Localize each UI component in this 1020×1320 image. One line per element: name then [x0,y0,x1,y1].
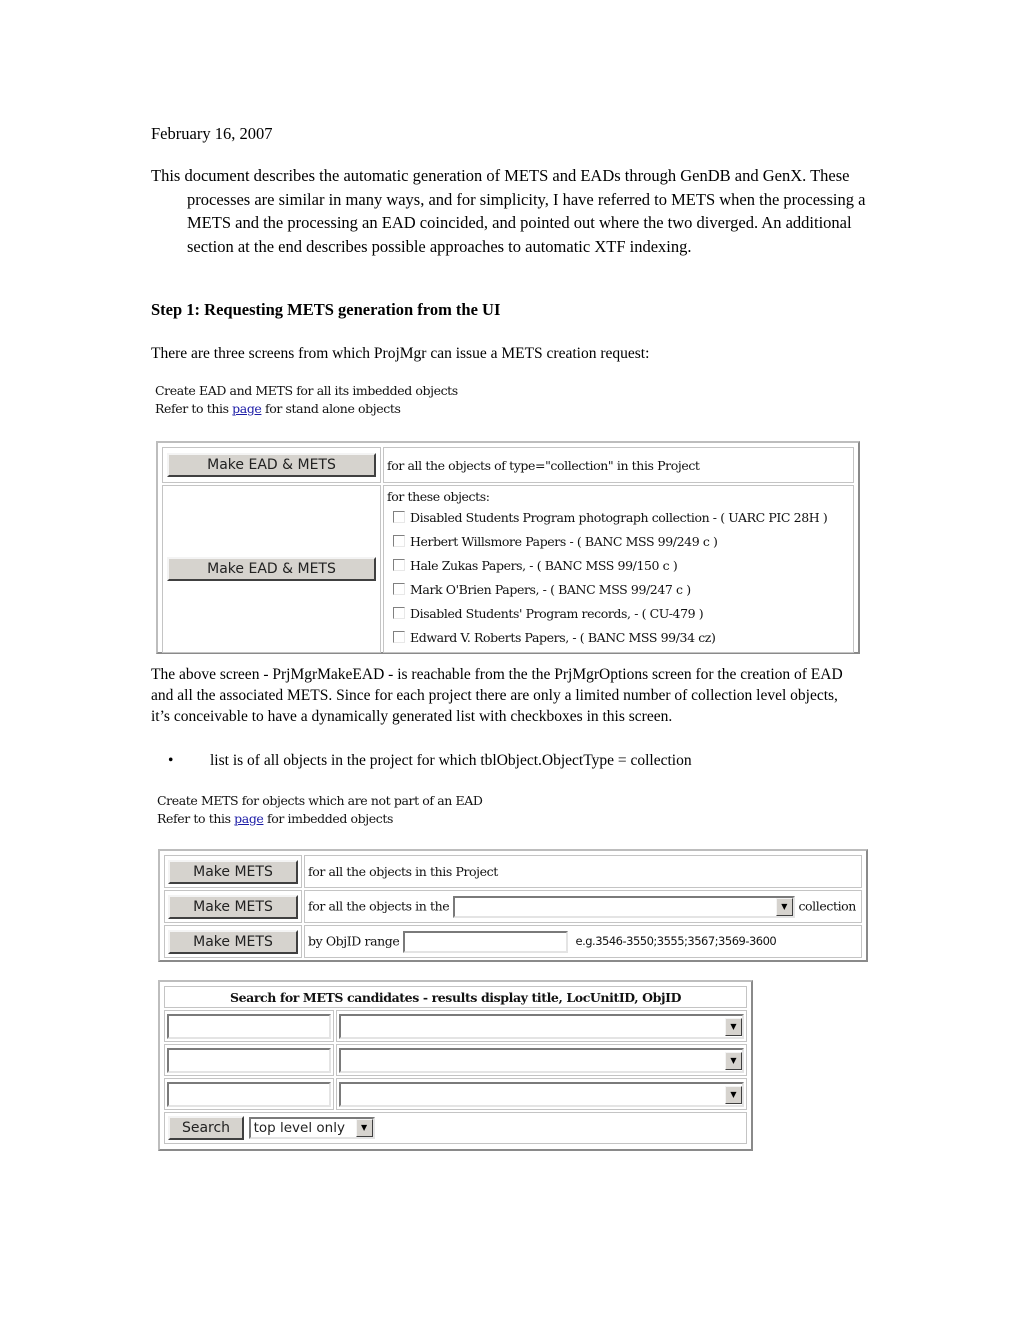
screen2-note: Create METS for objects which are not pa… [157,792,483,828]
make-mets-collection-desc: for all the objects in the ▼ collection [304,890,862,923]
object-label: Edward V. Roberts Papers, - ( BANC MSS 9… [410,630,716,645]
note-suffix: for imbedded objects [263,811,393,826]
collection-suffix-text: collection [798,898,856,913]
search-field-select-2[interactable]: ▼ [339,1047,744,1073]
object-checkbox[interactable] [393,631,405,643]
note-prefix: Refer to this [155,401,233,416]
make-ead-all-cell: Make EAD & METS [162,447,381,483]
screen1-note: Create EAD and METS for all its imbedded… [155,382,458,418]
object-checkbox[interactable] [393,535,405,547]
objid-range-label: by ObjID range [308,933,400,948]
object-label: Hale Zukas Papers, - ( BANC MSS 99/150 c… [410,558,678,573]
object-list-item[interactable]: Hale Zukas Papers, - ( BANC MSS 99/150 c… [387,554,850,578]
bullet-text: list is of all objects in the project fo… [210,752,692,769]
object-label: Mark O'Brien Papers, - ( BANC MSS 99/247… [410,582,691,597]
object-checkbox[interactable] [393,559,405,571]
screen2-note-line2: Refer to this page for imbedded objects [157,810,482,828]
object-checkbox[interactable] [393,607,405,619]
note-suffix: for stand alone objects [261,401,401,416]
level-select[interactable]: top level only ▼ [248,1117,375,1139]
screen1-note-line1: Create EAD and METS for all its imbedded… [155,383,458,398]
collection-select[interactable]: ▼ [452,895,795,918]
bullet-item: • list is of all objects in the project f… [168,750,692,771]
dropdown-arrow-icon[interactable]: ▼ [725,1085,742,1104]
object-list-item[interactable]: Herbert Willsmore Papers - ( BANC MSS 99… [387,530,850,554]
criteria-input-cell [164,1078,334,1110]
dropdown-arrow-icon[interactable]: ▼ [725,1017,742,1036]
object-list-item[interactable]: Disabled Students' Program records, - ( … [387,602,850,626]
search-field-select-1[interactable]: ▼ [339,1013,744,1039]
make-ead-all-desc: for all the objects of type="collection"… [383,447,854,483]
search-panel-header: Search for METS candidates - results dis… [164,986,747,1008]
screen2-note-line1: Create METS for objects which are not pa… [157,793,483,808]
make-mets-all-cell: Make METS [164,855,302,888]
criteria-input-cell [164,1044,334,1076]
dropdown-arrow-icon[interactable]: ▼ [725,1051,742,1070]
search-field-select-3[interactable]: ▼ [339,1081,744,1107]
note-prefix: Refer to this [157,811,235,826]
criteria-select-cell: ▼ [336,1044,747,1076]
search-term-input-3[interactable] [167,1081,331,1107]
make-mets-all-button[interactable]: Make METS [168,859,298,884]
make-ead-selected-button[interactable]: Make EAD & METS [167,557,376,581]
objid-range-input[interactable] [402,930,568,953]
object-label: Disabled Students' Program records, - ( … [410,606,704,621]
object-list-cell: for these objects: Disabled Students Pro… [383,485,854,653]
make-mets-range-cell: Make METS [164,925,302,958]
criteria-select-cell: ▼ [336,1010,747,1042]
document-date: February 16, 2007 [151,124,273,143]
level-select-value: top level only [253,1120,345,1136]
dropdown-arrow-icon[interactable]: ▼ [355,1119,373,1137]
make-mets-collection-cell: Make METS [164,890,302,923]
search-term-input-1[interactable] [167,1013,331,1039]
object-list-label: for these objects: [387,489,490,504]
object-checkbox-list: Disabled Students Program photograph col… [387,506,850,650]
make-mets-range-button[interactable]: Make METS [168,929,298,954]
intro-paragraph: This document describes the automatic ge… [151,166,866,256]
search-term-input-2[interactable] [167,1047,331,1073]
make-mets-panel: Make METS for all the objects in this Pr… [158,849,868,962]
page-link[interactable]: page [232,401,262,416]
screen1-note-line2: Refer to this page for stand alone objec… [155,400,458,418]
criteria-input-cell [164,1010,334,1042]
make-ead-panel: Make EAD & METS for all the objects of t… [156,441,860,654]
collection-prefix-text: for all the objects in the [308,898,450,913]
search-button[interactable]: Search [168,1116,244,1140]
object-checkbox[interactable] [393,511,405,523]
search-actions-cell: Search top level only ▼ [164,1112,747,1144]
step1-heading: Step 1: Requesting METS generation from … [151,300,501,319]
criteria-select-cell: ▼ [336,1078,747,1110]
search-panel: Search for METS candidates - results dis… [158,980,753,1151]
make-mets-all-desc: for all the objects in this Project [304,855,862,888]
above-screen-paragraph: The above screen - PrjMgrMakeEAD - is re… [151,666,843,725]
object-list-item[interactable]: Disabled Students Program photograph col… [387,506,850,530]
make-ead-selected-cell: Make EAD & METS [162,485,381,653]
make-mets-collection-button[interactable]: Make METS [168,894,298,919]
object-list-item[interactable]: Mark O'Brien Papers, - ( BANC MSS 99/247… [387,578,850,602]
make-mets-range-desc: by ObjID range e.g.3546-3550;3555;3567;3… [304,925,862,958]
object-list-item[interactable]: Edward V. Roberts Papers, - ( BANC MSS 9… [387,626,850,650]
make-ead-all-button[interactable]: Make EAD & METS [167,453,376,477]
page-link[interactable]: page [234,811,264,826]
object-checkbox[interactable] [393,583,405,595]
bullet-icon: • [168,752,174,769]
three-screens-text: There are three screens from which ProjM… [151,345,650,362]
dropdown-arrow-icon[interactable]: ▼ [775,897,793,916]
object-label: Disabled Students Program photograph col… [410,510,828,525]
object-label: Herbert Willsmore Papers - ( BANC MSS 99… [410,534,718,549]
objid-range-hint: e.g.3546-3550;3555;3567;3569-3600 [575,934,777,948]
